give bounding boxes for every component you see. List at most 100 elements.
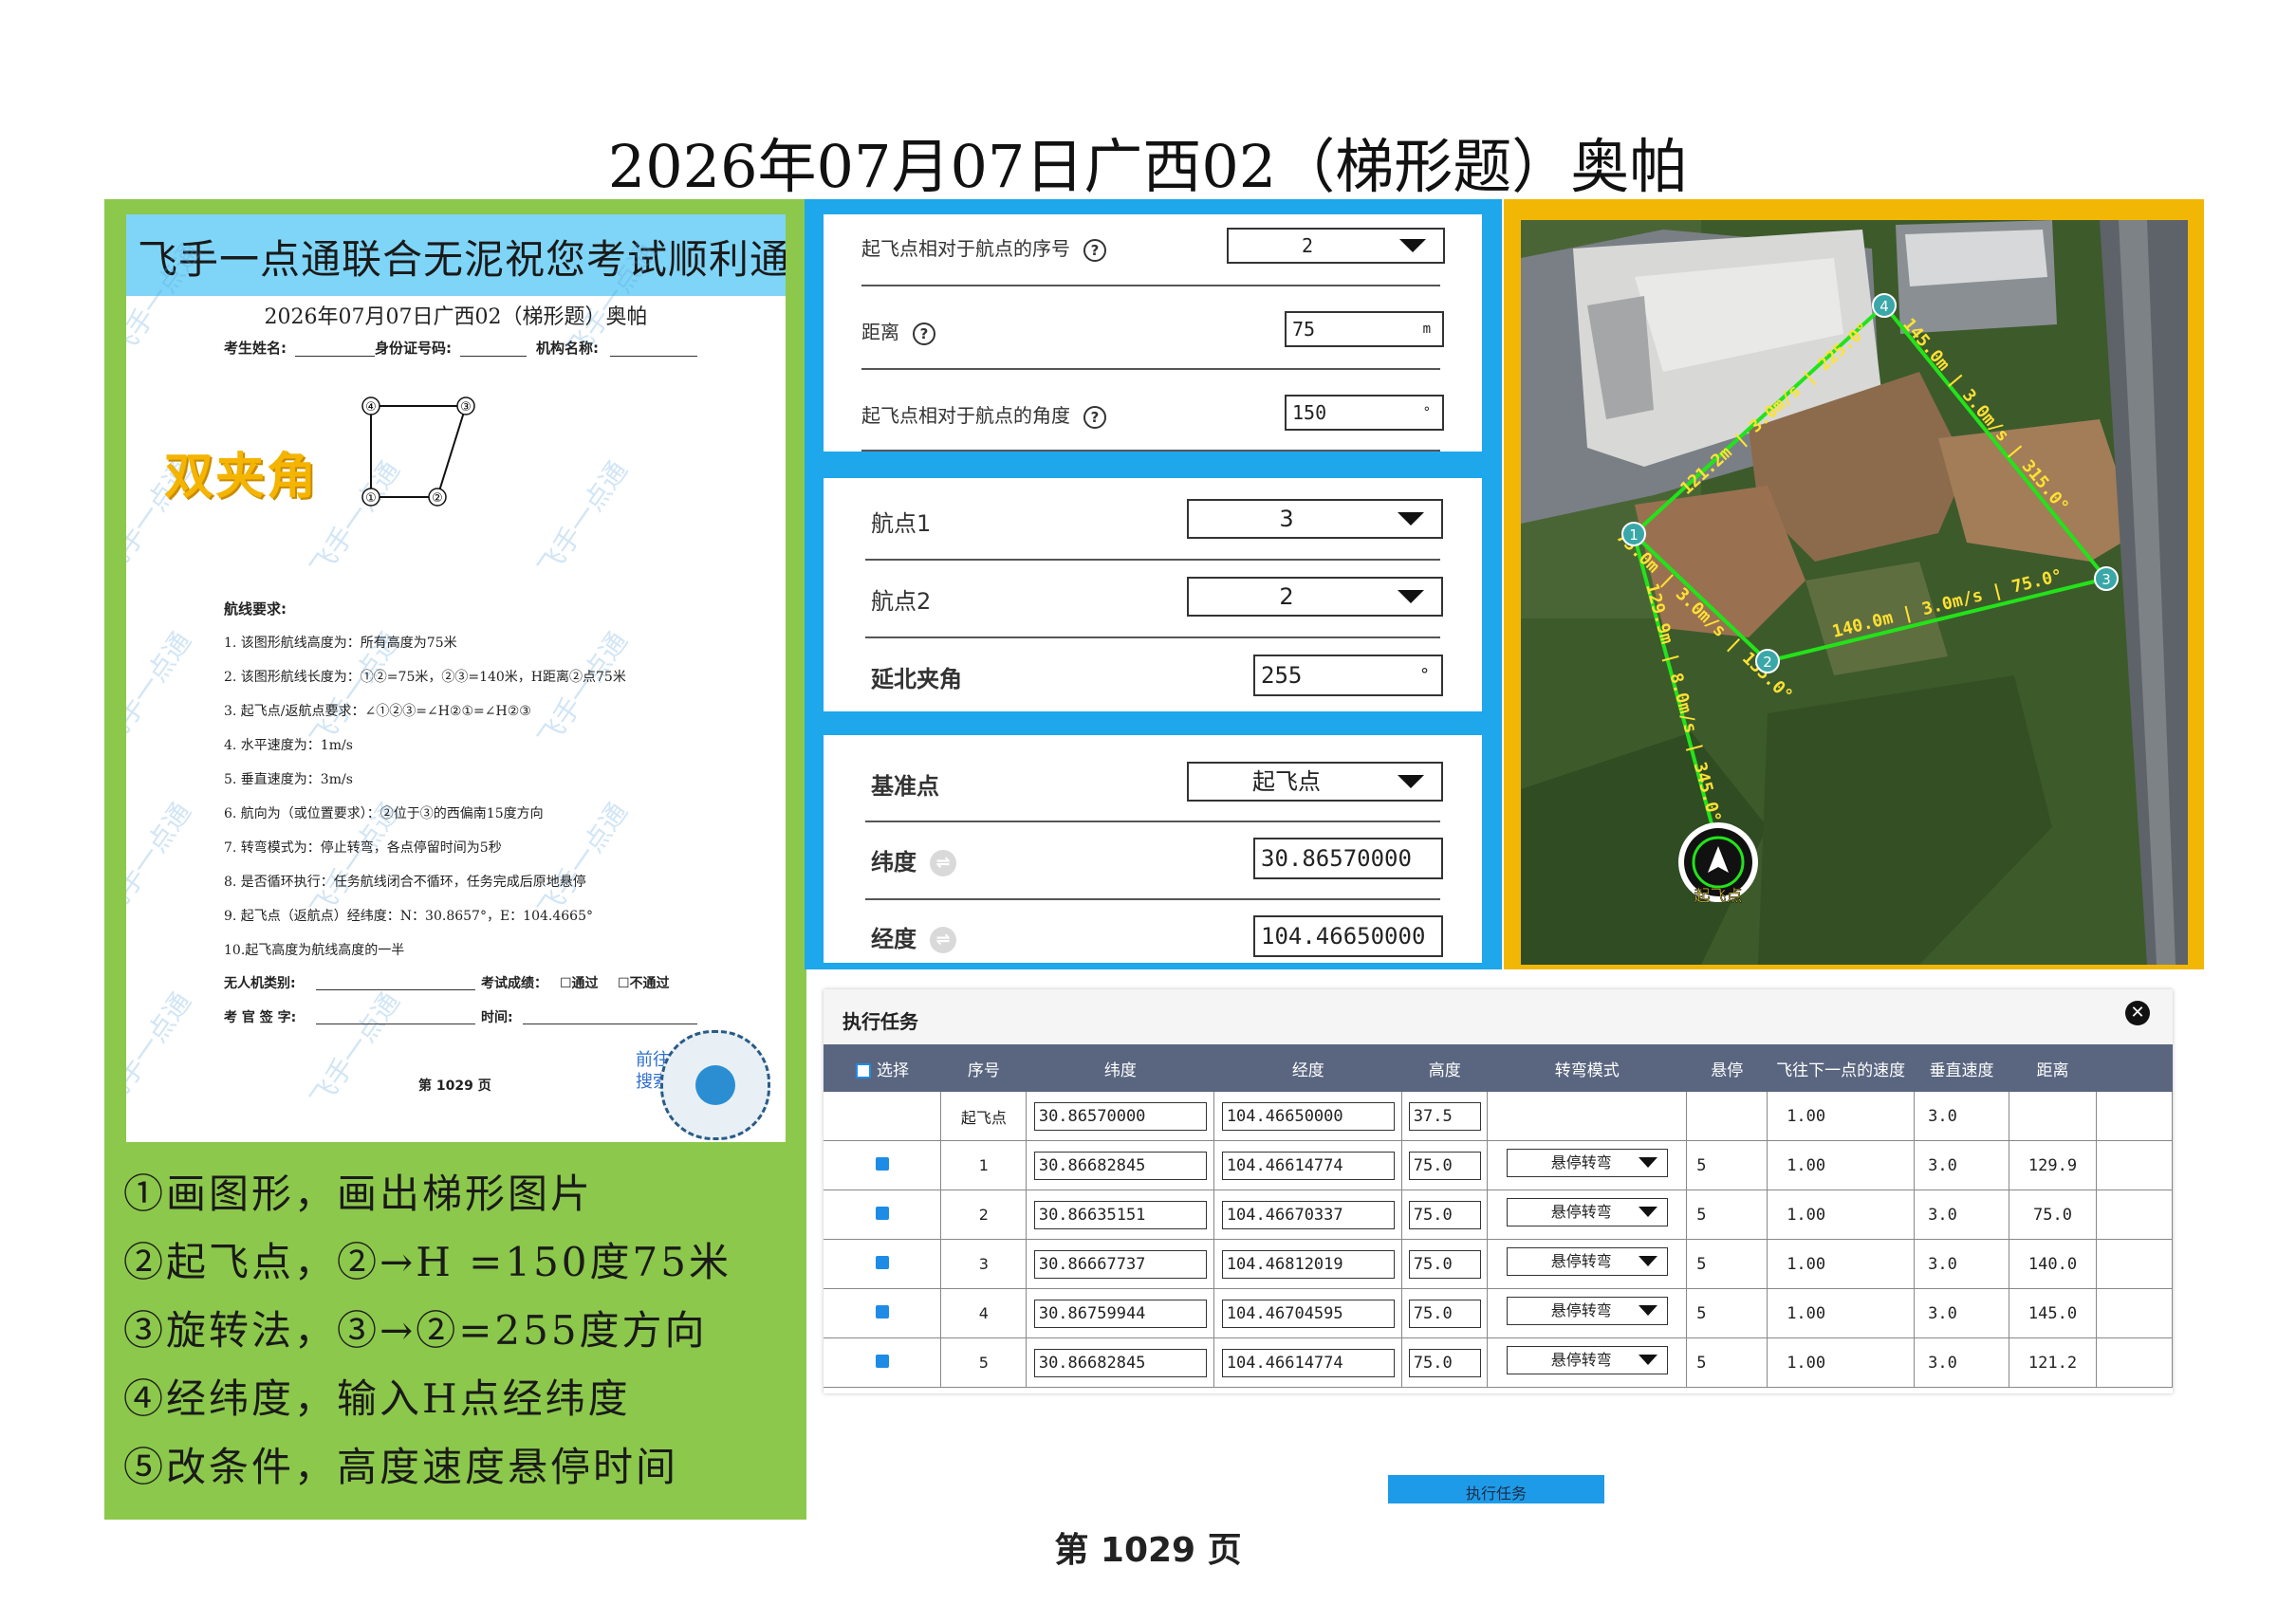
row-checkbox[interactable]	[875, 1206, 889, 1220]
hover-cell: 5	[1686, 1190, 1768, 1240]
altitude-cell-input[interactable]: 75.0	[1408, 1200, 1481, 1229]
requirement-item: 8. 是否循环执行：任务航线闭合不循环，任务完成后原地悬停	[224, 875, 586, 890]
vspeed-cell: 3.0	[1914, 1092, 2010, 1141]
time-label: 时间:	[481, 1010, 513, 1025]
sheet-title: 2026年07月07日广西02（梯形题）奥帕	[264, 305, 648, 329]
step-1: ①画图形，画出梯形图片	[123, 1171, 594, 1217]
select-cell[interactable]	[824, 1288, 942, 1338]
longitude-input[interactable]: 104.46650000	[1253, 915, 1443, 957]
latitude-cell-input[interactable]: 30.86667737	[1033, 1249, 1207, 1279]
seq-field-label: 起飞点相对于航点的序号?	[861, 233, 1106, 262]
speed-cell: 1.00	[1767, 1288, 1916, 1338]
select-all-header[interactable]: 选择	[824, 1044, 941, 1092]
execute-task-button[interactable]: 执行任务	[1388, 1475, 1604, 1503]
chevron-down-icon	[1399, 239, 1426, 252]
map-canvas[interactable]: 121.2m | 3.0m/s | 225.0° 145.0m | 3.0m/s…	[1521, 220, 2188, 965]
chevron-down-icon	[1638, 1305, 1657, 1316]
seq-select[interactable]: 2	[1227, 228, 1445, 264]
longitude-cell-input[interactable]: 104.46812019	[1221, 1249, 1395, 1279]
select-cell[interactable]	[824, 1140, 942, 1190]
row-checkbox[interactable]	[875, 1156, 889, 1171]
fail-checkbox: ☐不通过	[618, 976, 670, 991]
task-table: 选择 序号 纬度 经度 高度 转弯模式 悬停 飞往下一点的速度 垂直速度 距离 …	[824, 1044, 2173, 1388]
task-dialog-header: 执行任务 ✕	[824, 989, 2173, 1046]
table-header-row: 选择 序号 纬度 经度 高度 转弯模式 悬停 飞往下一点的速度 垂直速度 距离	[824, 1044, 2173, 1092]
sheet-banner-text: 飞手一点通联合无泥祝您考试顺利通过	[138, 236, 786, 283]
chevron-down-icon	[1638, 1157, 1657, 1168]
rotate-card: 航点1 3 航点2 2 延北夹角 255 °	[824, 478, 1482, 711]
row-checkbox[interactable]	[875, 1255, 889, 1269]
latitude-cell-input[interactable]: 30.86682845	[1033, 1348, 1207, 1377]
select-cell[interactable]	[824, 1092, 942, 1141]
step-3: ③旋转法，③→②=255度方向	[123, 1307, 708, 1354]
watermark: 飞手一点通	[531, 626, 634, 753]
select-cell[interactable]	[824, 1337, 942, 1388]
help-icon[interactable]: ?	[1083, 238, 1106, 262]
speed-cell: 1.00	[1767, 1239, 1916, 1289]
latitude-cell-input[interactable]: 30.86759944	[1033, 1299, 1207, 1328]
north-angle-input[interactable]: 255 °	[1253, 655, 1443, 696]
close-icon[interactable]: ✕	[2125, 1001, 2150, 1025]
requirement-item: 9. 起飞点（返航点）经纬度：N：30.8657°，E：104.4665°	[224, 909, 593, 924]
watermark: 飞手一点通	[304, 987, 406, 1114]
sheet-page-number: 第 1029 页	[418, 1079, 491, 1094]
select-cell[interactable]	[824, 1190, 942, 1240]
table-row: 5 30.86682845 104.46614774 75.0 悬停转弯 5 1.00 3.0…	[824, 1337, 2173, 1388]
latitude-cell-input[interactable]: 30.86635151	[1033, 1200, 1207, 1229]
latitude-cell-input[interactable]: 30.86570000	[1033, 1101, 1207, 1131]
select-all-checkbox[interactable]	[855, 1062, 871, 1079]
longitude-cell-input[interactable]: 104.46670337	[1221, 1200, 1395, 1229]
distance-input[interactable]: 75 m	[1285, 311, 1444, 347]
wp1-select[interactable]: 3	[1187, 499, 1443, 539]
row-checkbox[interactable]	[875, 1304, 889, 1319]
satellite-map[interactable]: 121.2m | 3.0m/s | 225.0° 145.0m | 3.0m/s…	[1521, 220, 2188, 965]
wp2-select[interactable]: 2	[1187, 577, 1443, 617]
step-5: ⑤改条件，高度速度悬停时间	[123, 1444, 679, 1490]
turn-mode-select[interactable]: 悬停转弯	[1506, 1198, 1668, 1226]
waypoint-2[interactable]: 2	[1763, 654, 1772, 671]
requirement-item: 1. 该图形航线高度为：所有高度为75米	[224, 636, 457, 651]
chevron-down-icon	[1638, 1355, 1657, 1365]
hover-cell: 5	[1686, 1337, 1768, 1388]
vspeed-cell: 3.0	[1914, 1190, 2010, 1240]
requirement-item: 6. 航向为（或位置要求）：②位于③的西偏南15度方向	[224, 806, 544, 821]
turn-mode-select[interactable]: 悬停转弯	[1506, 1149, 1668, 1177]
longitude-cell-input[interactable]: 104.46704595	[1221, 1299, 1395, 1328]
waypoint-3[interactable]: 3	[2102, 571, 2111, 588]
reference-select[interactable]: 起飞点	[1187, 762, 1443, 802]
altitude-cell-input[interactable]: 75.0	[1408, 1151, 1481, 1180]
longitude-cell-input[interactable]: 104.46650000	[1221, 1101, 1395, 1131]
waypoint-4[interactable]: 4	[1879, 298, 1889, 315]
latitude-input[interactable]: 30.86570000	[1253, 838, 1443, 879]
longitude-cell-input[interactable]: 104.46614774	[1221, 1348, 1395, 1377]
column-header: 悬停	[1686, 1044, 1768, 1092]
help-icon[interactable]: ?	[913, 322, 935, 345]
latitude-cell-input[interactable]: 30.86682845	[1033, 1151, 1207, 1180]
turn-mode-select[interactable]: 悬停转弯	[1506, 1346, 1668, 1374]
row-checkbox[interactable]	[875, 1354, 889, 1368]
latitude-label: 纬度 ⇌	[871, 843, 956, 876]
seq-cell: 4	[940, 1288, 1028, 1338]
altitude-cell-input[interactable]: 37.5	[1408, 1101, 1481, 1131]
altitude-cell-input[interactable]: 75.0	[1408, 1249, 1481, 1279]
altitude-cell-input[interactable]: 75.0	[1408, 1348, 1481, 1377]
altitude-cell-input[interactable]: 75.0	[1408, 1299, 1481, 1328]
swap-icon[interactable]: ⇌	[930, 927, 956, 953]
turn-mode-select[interactable]: 悬停转弯	[1506, 1247, 1668, 1276]
empty-cell	[2096, 1337, 2173, 1388]
vspeed-cell: 3.0	[1914, 1337, 2010, 1388]
hover-cell: 5	[1686, 1239, 1768, 1289]
waypoint-1[interactable]: 1	[1629, 526, 1639, 544]
empty-cell	[2096, 1140, 2173, 1190]
swap-icon[interactable]: ⇌	[930, 850, 956, 876]
select-cell[interactable]	[824, 1239, 942, 1289]
turn-mode-select[interactable]: 悬停转弯	[1506, 1297, 1668, 1325]
speed-cell: 1.00	[1767, 1140, 1916, 1190]
pass-checkbox: ☐通过	[560, 976, 599, 991]
hover-cell	[1686, 1092, 1768, 1141]
angle-input[interactable]: 150 °	[1285, 395, 1444, 431]
longitude-cell-input[interactable]: 104.46614774	[1221, 1151, 1395, 1180]
help-icon[interactable]: ?	[1083, 405, 1106, 429]
hover-cell: 5	[1686, 1140, 1768, 1190]
reference-label: 基准点	[871, 773, 939, 800]
